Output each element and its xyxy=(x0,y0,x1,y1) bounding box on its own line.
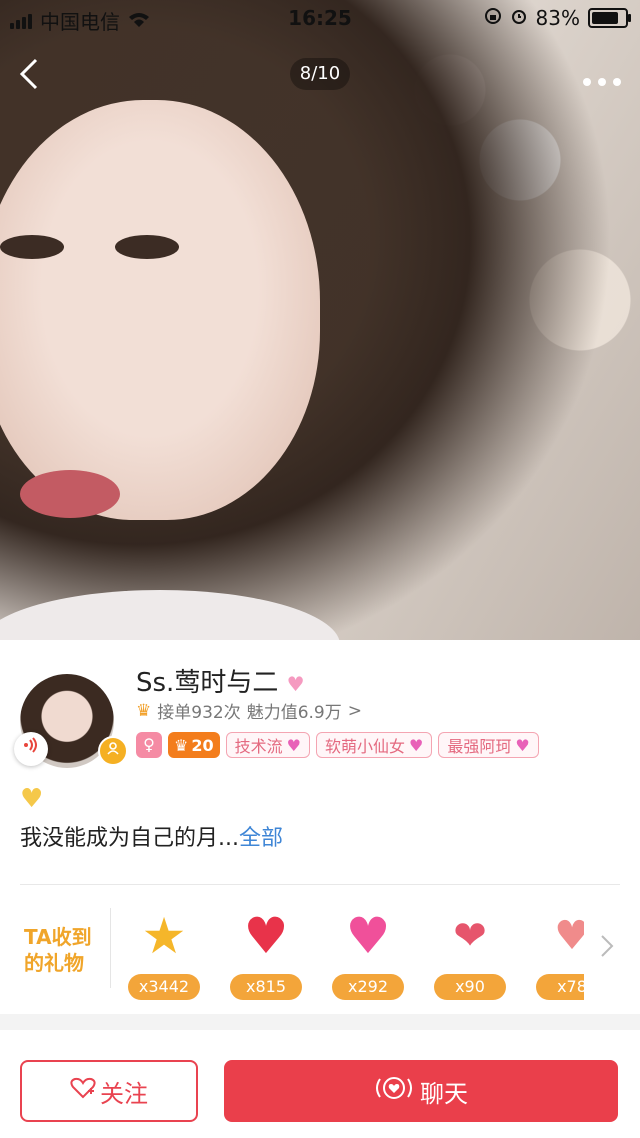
photo-eye-left xyxy=(0,235,64,259)
tag-item: 技术流 ♥ xyxy=(225,732,310,758)
follow-button[interactable]: 关注 xyxy=(20,1060,198,1122)
gift-count: x815 xyxy=(230,974,302,1000)
chat-heart-signal-icon xyxy=(374,1075,414,1107)
tag-label: 最强阿珂 xyxy=(447,737,512,756)
gifts-chevron-right-icon[interactable] xyxy=(600,934,614,965)
signature-expand-link[interactable]: 全部 xyxy=(239,826,283,851)
battery-percent: 83% xyxy=(535,6,580,30)
photo-face xyxy=(0,100,320,520)
heart-icon: ♥ xyxy=(408,735,424,755)
signature: 我没能成为自己的月...全部 xyxy=(20,820,283,852)
back-button[interactable] xyxy=(16,58,48,90)
tag-item: 最强阿珂 ♥ xyxy=(438,732,539,758)
tag-label: 技术流 xyxy=(234,737,283,756)
crown-small-icon: ♛ xyxy=(136,700,152,721)
star-gift-icon: ★ xyxy=(141,907,187,965)
alarm-icon xyxy=(510,6,528,30)
level-number: 20 xyxy=(191,735,214,755)
follow-label: 关注 xyxy=(100,1079,148,1108)
gift-item: ♥ x292 xyxy=(328,904,408,1004)
heart-plus-icon xyxy=(70,1077,96,1105)
gift-count: x90 xyxy=(434,974,506,1000)
gift-item: ♥ x78 xyxy=(532,904,584,1004)
gift-item: ❤ x90 xyxy=(430,904,510,1004)
love-balloons-gift-icon: ❤ xyxy=(453,913,487,959)
nickname-text: Ss.莺时与二 xyxy=(136,668,279,698)
heart-icon: ♥ xyxy=(515,735,530,755)
charm-value: 魅力值6.9万 xyxy=(246,703,342,723)
gift-count: x3442 xyxy=(128,974,200,1000)
signature-text: 我没能成为自己的月... xyxy=(20,826,239,851)
stats-chevron-icon: > xyxy=(347,700,362,721)
status-right: 83% xyxy=(484,6,631,30)
verified-icon xyxy=(98,736,128,766)
chat-label: 聊天 xyxy=(420,1079,468,1108)
female-gender-icon: ♀ xyxy=(136,732,162,758)
divider xyxy=(20,884,620,885)
gift-count: x292 xyxy=(332,974,404,1000)
orientation-lock-icon xyxy=(484,6,502,30)
heart-gift-icon: ♥ xyxy=(243,907,289,965)
gift-item: ♥ x815 xyxy=(226,904,306,1004)
finger-heart-gift-icon: ♥ xyxy=(554,913,584,959)
tag-item: 软萌小仙女 ♥ xyxy=(315,732,433,758)
photo-counter: 8/10 xyxy=(290,58,350,90)
more-options-button[interactable] xyxy=(582,60,622,95)
gifts-title: TA收到的礼物 xyxy=(24,925,92,975)
profile-tags: ♀ ♛ 20 技术流 ♥ 软萌小仙女 ♥ 最强阿珂 ♥ xyxy=(136,732,539,758)
orders-count: 接单932次 xyxy=(157,703,241,723)
tag-label: 软萌小仙女 xyxy=(324,737,405,756)
section-spacer xyxy=(0,1014,640,1030)
profile-stats[interactable]: ♛ 接单932次 魅力值6.9万 > xyxy=(136,698,362,724)
pink-heart-icon: ♥ xyxy=(286,672,305,696)
yellow-heart-icon: ♥ xyxy=(20,784,44,814)
chat-button[interactable]: 聊天 xyxy=(224,1060,618,1122)
photo-eye-right xyxy=(115,235,179,259)
level-badge: ♛ 20 xyxy=(168,732,220,758)
heart-icon: ♥ xyxy=(286,735,301,755)
winged-heart-gift-icon: ♥ xyxy=(345,907,391,965)
voice-intro-icon[interactable] xyxy=(14,732,48,766)
gift-list: ★ x3442 ♥ x815 ♥ x292 ❤ x90 ♥ x78 xyxy=(124,898,584,1008)
nickname: Ss.莺时与二 ♥ xyxy=(136,662,305,699)
status-bar: 中国电信 16:25 83% xyxy=(0,0,640,36)
crown-icon: ♛ xyxy=(174,735,189,755)
bottom-action-bar: 关注 聊天 xyxy=(0,1030,640,1138)
profile-photo[interactable] xyxy=(0,0,640,640)
photo-lips xyxy=(20,470,120,518)
gift-item: ★ x3442 xyxy=(124,904,204,1004)
gift-count: x78 xyxy=(536,974,584,1000)
gifts-separator xyxy=(110,908,111,988)
battery-icon xyxy=(588,8,631,28)
gifts-section[interactable]: TA收到的礼物 ★ x3442 ♥ x815 ♥ x292 ❤ x90 ♥ x7… xyxy=(0,898,640,1008)
